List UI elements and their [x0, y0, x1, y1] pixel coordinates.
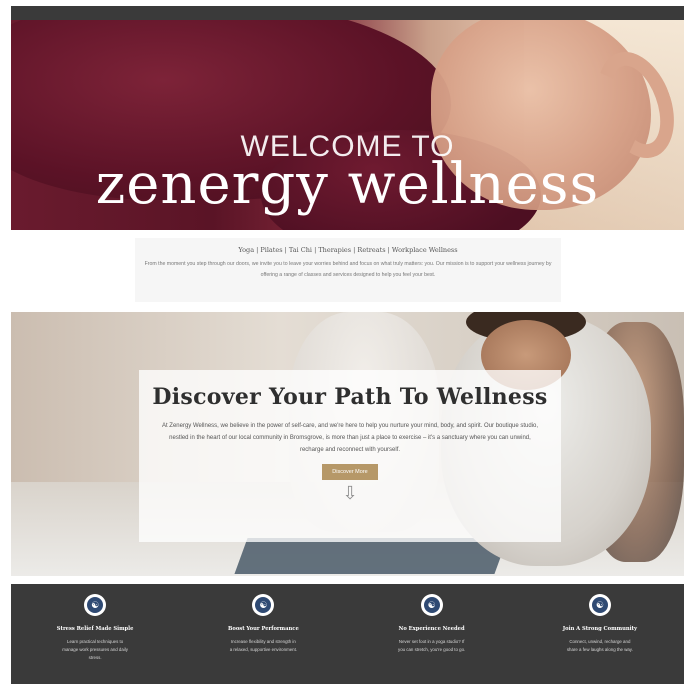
discover-section: Discover Your Path To Wellness At Zenerg…: [11, 312, 684, 576]
down-arrow-icon[interactable]: ⇩: [139, 484, 561, 502]
page: WELCOME TO zenergy wellness Yoga | Pilat…: [11, 6, 684, 684]
feature-item: ☯ Join A Strong Community Connect, unwin…: [516, 584, 684, 684]
meditation-glyph: ☯: [87, 597, 104, 613]
feature-item: ☯ No Experience Needed Never set foot in…: [348, 584, 516, 684]
meditation-glyph: ☯: [423, 597, 440, 613]
features-section: ☯ Stress Relief Made Simple Learn practi…: [11, 584, 684, 684]
discover-more-button[interactable]: Discover More: [322, 464, 378, 480]
feature-text: Increase flexibility and strength in a r…: [229, 639, 298, 652]
feature-text: Learn practical techniques to manage wor…: [62, 639, 128, 660]
feature-title: Boost Your Performance: [228, 626, 299, 632]
meditation-icon: ☯: [84, 594, 107, 616]
feature-item: ☯ Boost Your Performance Increase flexib…: [179, 584, 347, 684]
meditation-glyph: ☯: [591, 597, 608, 613]
meditation-icon: ☯: [420, 594, 443, 616]
discover-body: At Zenergy Wellness, we believe in the p…: [161, 423, 539, 453]
intro-text: From the moment you step through our doo…: [144, 261, 552, 278]
meditation-glyph: ☯: [255, 597, 272, 613]
discover-heading: Discover Your Path To Wellness: [152, 384, 548, 410]
top-bar: [11, 6, 684, 20]
hero-title: zenergy wellness: [95, 152, 600, 217]
intro-section: Yoga | Pilates | Tai Chi | Therapies | R…: [135, 238, 561, 302]
services-links[interactable]: Yoga | Pilates | Tai Chi | Therapies | R…: [135, 246, 561, 254]
feature-title: Stress Relief Made Simple: [56, 626, 134, 632]
hero-banner: WELCOME TO zenergy wellness: [11, 20, 684, 230]
feature-title: Join A Strong Community: [562, 626, 638, 632]
discover-photo-yoga-mat: [234, 538, 508, 574]
feature-title: No Experience Needed: [398, 626, 465, 632]
feature-text: Never set foot in a yoga studio? If you …: [398, 639, 466, 652]
meditation-icon: ☯: [588, 594, 611, 616]
discover-card: Discover Your Path To Wellness At Zenerg…: [139, 370, 561, 542]
meditation-icon: ☯: [252, 594, 275, 616]
feature-text: Connect, unwind, recharge and share a fe…: [566, 639, 633, 652]
feature-item: ☯ Stress Relief Made Simple Learn practi…: [11, 584, 179, 684]
